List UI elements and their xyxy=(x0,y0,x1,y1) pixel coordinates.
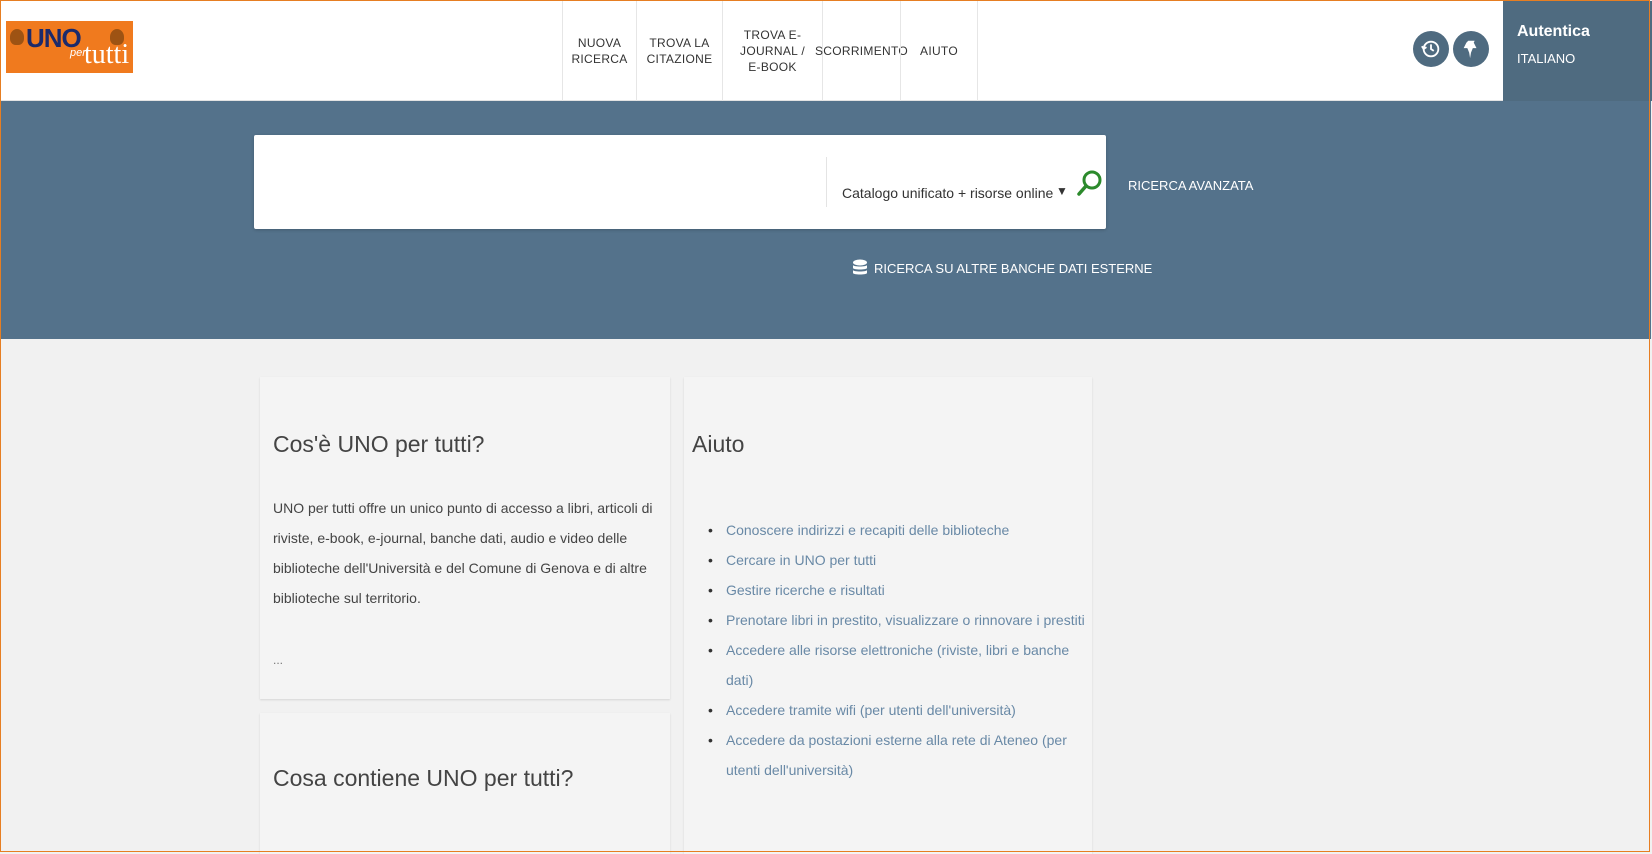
search-scope-select[interactable]: Catalogo unificato + risorse online xyxy=(842,185,1053,201)
nav-find-citation[interactable]: TROVA LA CITAZIONE xyxy=(636,1,722,101)
nav-new-search-line1: NUOVA xyxy=(577,36,622,50)
top-header: UNO per tutti NUOVA RICERCA TROVA LA CITAZ… xyxy=(1,1,1652,101)
logo-tutti-text: tutti xyxy=(84,39,130,70)
about-text: UNO per tutti offre un unico punto di ac… xyxy=(273,500,653,606)
search-bar: Catalogo unificato + risorse online ▼ xyxy=(254,135,1106,229)
nav-new-search-line2: RICERCA xyxy=(571,52,628,66)
help-link-manage[interactable]: Gestire ricerche e risultati xyxy=(708,575,1096,605)
help-link-remote[interactable]: Accedere da postazioni esterne alla rete… xyxy=(708,725,1096,785)
pin-icon xyxy=(1463,40,1477,59)
saved-items-button[interactable] xyxy=(1453,31,1489,67)
help-link-wifi[interactable]: Accedere tramite wifi (per utenti dell'u… xyxy=(708,695,1096,725)
help-title: Aiuto xyxy=(692,431,745,457)
nav-find-ejournal[interactable]: TROVA E-JOURNAL / E-BOOK xyxy=(722,1,822,101)
about-card: Cos'è UNO per tutti? UNO per tutti offre… xyxy=(260,377,670,699)
nav-find-ejournal-line1: TROVA E-JOURNAL / xyxy=(740,28,805,58)
nav-find-citation-line1: TROVA LA xyxy=(649,36,710,50)
main-nav: NUOVA RICERCA TROVA LA CITAZIONE TROVA E-J… xyxy=(562,1,978,101)
nav-help[interactable]: AIUTO xyxy=(900,1,978,101)
external-databases-label: RICERCA SU ALTRE BANCHE DATI ESTERNE xyxy=(874,260,1153,276)
language-select[interactable]: ITALIANO xyxy=(1517,51,1575,66)
auth-panel: Autentica ITALIANO xyxy=(1503,1,1652,101)
login-link[interactable]: Autentica xyxy=(1517,23,1590,41)
search-input[interactable] xyxy=(266,157,810,209)
history-icon xyxy=(1421,40,1440,58)
search-divider xyxy=(826,157,827,207)
help-card: Aiuto Conoscere indirizzi e recapiti del… xyxy=(684,377,1092,854)
contents-card: Cosa contiene UNO per tutti? xyxy=(260,713,670,854)
help-links: Conoscere indirizzi e recapiti delle bib… xyxy=(708,515,1096,785)
nav-help-label: AIUTO xyxy=(920,44,958,58)
database-icon xyxy=(853,259,867,275)
about-more[interactable]: ... xyxy=(273,645,283,675)
contents-title: Cosa contiene UNO per tutti? xyxy=(273,765,574,791)
help-link-libraries[interactable]: Conoscere indirizzi e recapiti delle bib… xyxy=(708,515,1096,545)
help-link-eresources[interactable]: Accedere alle risorse elettroniche (rivi… xyxy=(708,635,1096,695)
nav-find-citation-line2: CITAZIONE xyxy=(646,52,713,66)
nav-browse[interactable]: SCORRIMENTO xyxy=(815,1,908,101)
university-emblem-icon xyxy=(10,29,24,45)
help-link-search[interactable]: Cercare in UNO per tutti xyxy=(708,545,1096,575)
nav-find-ejournal-line2: E-BOOK xyxy=(748,60,797,74)
nav-browse-label: SCORRIMENTO xyxy=(814,44,909,58)
external-databases-link[interactable]: RICERCA SU ALTRE BANCHE DATI ESTERNE xyxy=(852,259,1152,277)
chevron-down-icon[interactable]: ▼ xyxy=(1056,184,1068,198)
uno-per-tutti-logo[interactable]: UNO per tutti xyxy=(6,21,133,73)
nav-new-search[interactable]: NUOVA RICERCA xyxy=(562,1,636,101)
advanced-search-link[interactable]: RICERCA AVANZATA xyxy=(1128,178,1253,193)
city-emblem-icon xyxy=(110,29,124,45)
help-link-loans[interactable]: Prenotare libri in prestito, visualizzar… xyxy=(708,605,1096,635)
search-history-button[interactable] xyxy=(1413,31,1449,67)
search-icon[interactable] xyxy=(1076,169,1104,197)
about-title: Cos'è UNO per tutti? xyxy=(273,431,485,457)
